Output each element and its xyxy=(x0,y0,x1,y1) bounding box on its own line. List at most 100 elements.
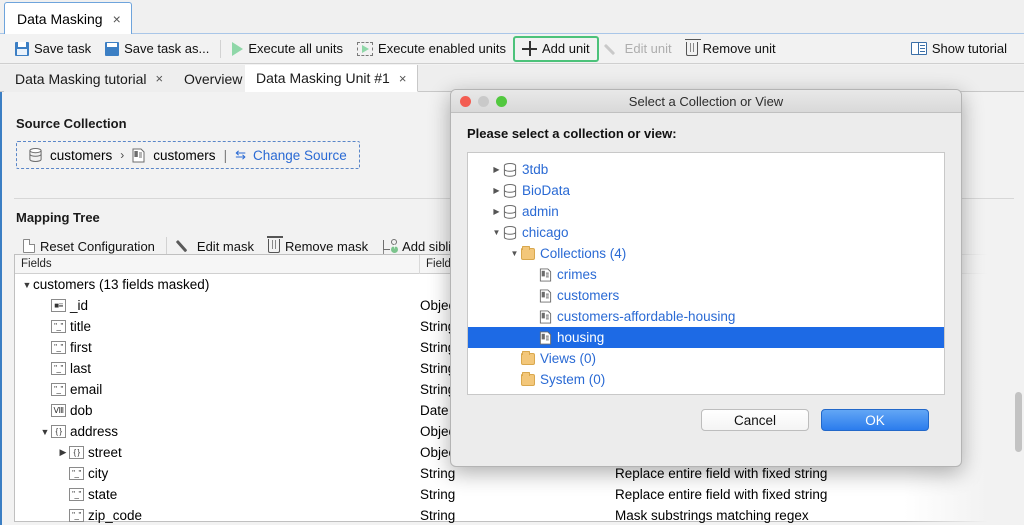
cell-field-name: Ⅷdob xyxy=(15,403,420,418)
string-field-icon: "_" xyxy=(51,383,66,396)
cell-field-name: "_" state xyxy=(15,487,420,502)
play-icon xyxy=(232,42,243,56)
twisty-expanded-icon[interactable] xyxy=(490,228,503,237)
change-source-link[interactable]: Change Source xyxy=(253,148,347,163)
tree-node-label: chicago xyxy=(522,225,569,240)
close-window-icon[interactable] xyxy=(460,96,471,107)
save-task-as-button[interactable]: Save task as... xyxy=(98,37,216,61)
tree-node-label: config xyxy=(522,393,558,395)
string-field-icon: "_" xyxy=(51,362,66,375)
dialog-title: Select a Collection or View xyxy=(451,94,961,109)
tree-node-label: customers-affordable-housing xyxy=(557,309,735,324)
tab-data-masking-unit-1[interactable]: Data Masking Unit #1 × xyxy=(245,65,418,92)
cell-mask: Replace entire field with fixed string xyxy=(615,487,1014,502)
toolbar-divider xyxy=(166,237,167,255)
list-item[interactable]: Collections (4) xyxy=(468,243,944,264)
string-field-icon: "_" xyxy=(69,467,84,480)
tab-data-masking-tutorial[interactable]: Data Masking tutorial × xyxy=(4,65,175,92)
field-name-label: address xyxy=(70,424,118,439)
source-collection-heading: Source Collection xyxy=(16,116,360,131)
source-collection-section: Source Collection customers › customers … xyxy=(16,116,360,169)
swap-arrows-icon: ⇆ xyxy=(235,147,245,163)
close-icon[interactable]: × xyxy=(156,71,164,86)
database-icon xyxy=(503,205,517,219)
close-icon[interactable]: × xyxy=(399,71,407,86)
list-item[interactable]: crimes xyxy=(468,264,944,285)
tab-overview[interactable]: Overview xyxy=(173,65,254,92)
save-icon xyxy=(15,42,29,56)
string-field-icon: "_" xyxy=(69,488,84,501)
show-tutorial-button[interactable]: Show tutorial xyxy=(904,37,1014,61)
twisty-collapsed-icon[interactable] xyxy=(490,165,503,174)
add-unit-label: Add unit xyxy=(542,41,590,56)
window-controls xyxy=(460,96,507,107)
minimize-window-icon xyxy=(478,96,489,107)
list-item[interactable]: config xyxy=(468,390,944,395)
table-row[interactable]: "_"zip_codeStringMask substrings matchin… xyxy=(15,505,1014,525)
collection-icon xyxy=(539,268,552,282)
table-row[interactable]: "_" state StringReplace entire field with … xyxy=(15,484,1014,505)
tree-node-label: admin xyxy=(522,204,559,219)
cell-field-name: "_" first xyxy=(15,340,420,355)
list-item[interactable]: customers-affordable-housing xyxy=(468,306,944,327)
window-tabbar: Data Masking × xyxy=(0,0,1024,34)
collection-icon xyxy=(539,310,552,324)
execute-enabled-units-button[interactable]: Execute enabled units xyxy=(350,37,513,61)
save-task-button[interactable]: Save task xyxy=(8,37,98,61)
cell-field-type: String xyxy=(420,508,615,523)
tree-node-label: Collections (4) xyxy=(540,246,626,261)
editor-tabbar: Data Masking tutorial × Overview Data Ma… xyxy=(0,65,1024,92)
twisty-collapsed-icon[interactable] xyxy=(490,186,503,195)
twisty-collapsed-icon[interactable] xyxy=(490,207,503,216)
twisty-collapsed-icon[interactable] xyxy=(57,447,69,458)
cell-mask: Replace entire field with fixed string xyxy=(615,466,1014,481)
database-icon xyxy=(29,148,42,162)
maximize-window-icon[interactable] xyxy=(496,96,507,107)
twisty-expanded-icon[interactable] xyxy=(508,249,521,258)
list-item[interactable]: admin xyxy=(468,201,944,222)
list-item[interactable]: housing xyxy=(468,327,944,348)
object-field-icon: { } xyxy=(51,425,66,438)
cancel-button[interactable]: Cancel xyxy=(701,409,809,431)
save-as-icon xyxy=(105,42,119,56)
grid-scrollbar[interactable] xyxy=(1015,392,1022,452)
execute-all-units-button[interactable]: Execute all units xyxy=(225,37,350,61)
list-item[interactable]: System (0) xyxy=(468,369,944,390)
collection-tree[interactable]: 3tdb BioData admin chicago Collections (4) cr… xyxy=(467,152,945,395)
cell-field-name: "_"city xyxy=(15,466,420,481)
cell-field-type: String xyxy=(420,466,615,481)
source-collection-path[interactable]: customers › customers | ⇆ Change Source xyxy=(16,141,360,169)
window-tab-data-masking[interactable]: Data Masking × xyxy=(4,2,132,35)
list-item[interactable]: BioData xyxy=(468,180,944,201)
edit-unit-label: Edit unit xyxy=(625,41,672,56)
field-name-label: first xyxy=(70,340,92,355)
list-item[interactable]: customers xyxy=(468,285,944,306)
add-unit-button[interactable]: Add unit xyxy=(513,36,599,62)
string-field-icon: "_" xyxy=(51,320,66,333)
collection-icon xyxy=(539,289,552,303)
source-database-label: customers xyxy=(50,148,112,163)
string-field-icon: "_" xyxy=(51,341,66,354)
remove-unit-button[interactable]: Remove unit xyxy=(679,37,783,61)
twisty-expanded-icon[interactable] xyxy=(39,427,51,437)
select-collection-dialog: Select a Collection or View Please selec… xyxy=(450,89,962,467)
play-dashed-icon xyxy=(357,42,373,56)
book-icon xyxy=(911,42,927,55)
cell-field-type: String xyxy=(420,487,615,502)
twisty-expanded-icon[interactable] xyxy=(21,280,33,290)
execute-enabled-units-label: Execute enabled units xyxy=(378,41,506,56)
list-item[interactable]: 3tdb xyxy=(468,159,944,180)
tab-label: Overview xyxy=(184,71,242,87)
close-icon[interactable]: × xyxy=(113,12,121,26)
list-item[interactable]: chicago xyxy=(468,222,944,243)
column-header-fields[interactable]: Fields xyxy=(15,255,420,274)
trash-icon xyxy=(268,239,280,253)
cell-mask: Mask substrings matching regex xyxy=(615,508,1014,523)
list-item[interactable]: Views (0) xyxy=(468,348,944,369)
tree-node-label: BioData xyxy=(522,183,570,198)
folder-icon xyxy=(521,248,535,260)
main-toolbar: Save task Save task as... Execute all un… xyxy=(0,34,1024,64)
field-name-label: state xyxy=(88,487,117,502)
ok-button[interactable]: OK xyxy=(821,409,929,431)
tree-node-label: System (0) xyxy=(540,372,605,387)
